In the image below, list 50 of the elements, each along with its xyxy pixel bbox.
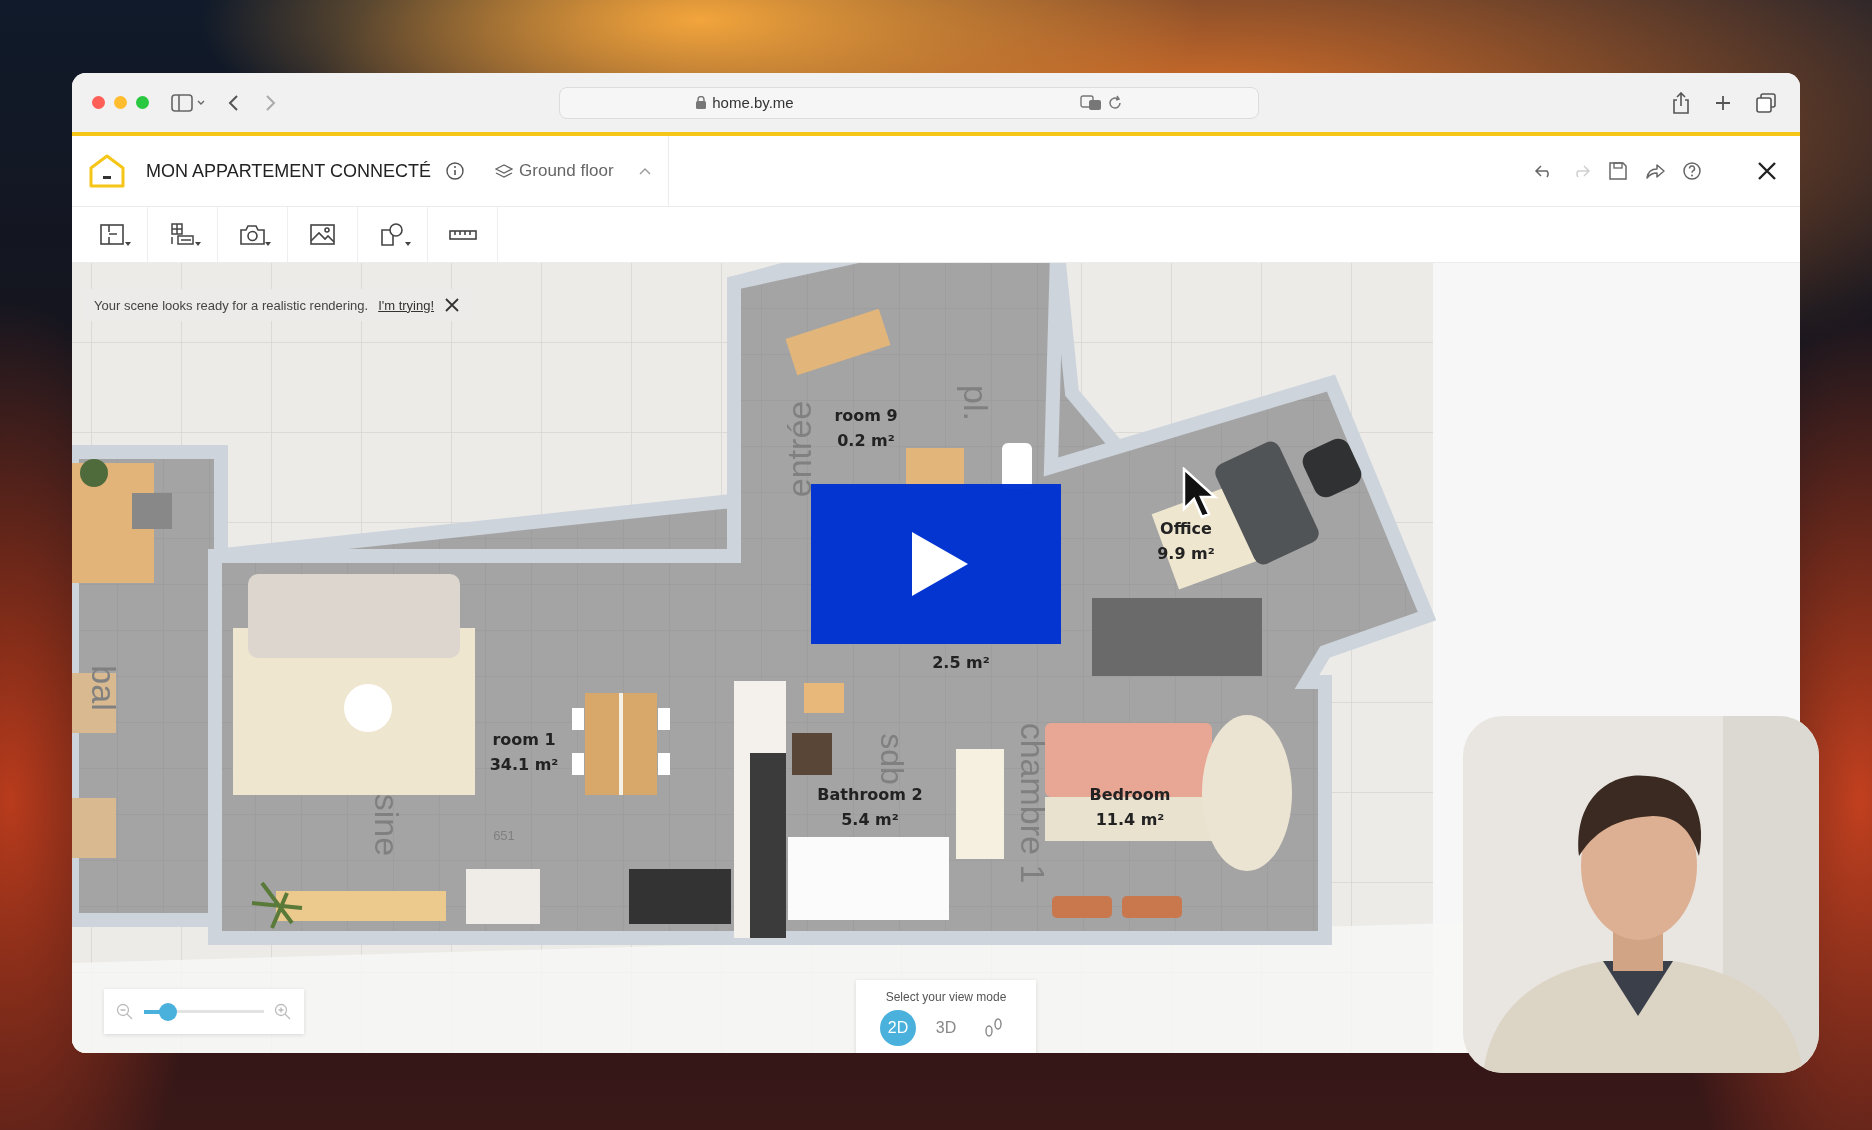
- save-icon[interactable]: [1607, 160, 1629, 182]
- video-play-overlay[interactable]: [811, 484, 1061, 644]
- cursor-icon: [1182, 467, 1218, 521]
- image-icon: [308, 221, 337, 248]
- floorplan-icon: [98, 221, 127, 248]
- translate-icon[interactable]: [1079, 94, 1102, 111]
- room-area: 11.4 m²: [1095, 810, 1165, 829]
- tabs-icon[interactable]: [1756, 92, 1776, 113]
- close-icon[interactable]: [1756, 160, 1778, 182]
- furniture-icon: [168, 221, 197, 248]
- layers-icon: [495, 164, 514, 178]
- room-name: room 9: [834, 406, 898, 425]
- close-icon[interactable]: [444, 297, 461, 313]
- room-area: 2.5 m²: [932, 653, 990, 672]
- floor-selector[interactable]: Ground floor: [495, 161, 614, 181]
- caret-icon[interactable]: [405, 242, 411, 246]
- tv-stand-drawing[interactable]: [250, 881, 446, 930]
- dining-table-drawing[interactable]: [572, 693, 670, 795]
- lock-icon: [696, 96, 707, 109]
- room-area: 5.4 m²: [841, 810, 899, 829]
- room-area: 0.2 m²: [837, 431, 895, 450]
- info-icon[interactable]: [445, 161, 466, 181]
- room-area: 9.9 m²: [1157, 544, 1215, 563]
- notice-text: Your scene looks ready for a realistic rendering.: [94, 297, 369, 313]
- room-name: room 1: [492, 730, 556, 749]
- share-icon[interactable]: [1672, 91, 1690, 114]
- sidebar-icon[interactable]: [171, 92, 205, 113]
- view-mode-label: Select your view mode: [885, 990, 1007, 1004]
- help-icon[interactable]: [1681, 160, 1703, 182]
- reload-icon[interactable]: [1107, 94, 1122, 111]
- url-text: home.by.me: [712, 94, 794, 111]
- close-window-button[interactable]: [92, 96, 105, 109]
- room-area: 34.1 m²: [489, 755, 559, 774]
- address-bar[interactable]: home.by.me: [559, 86, 1259, 119]
- room-name: Bathroom 2: [817, 785, 923, 804]
- play-icon[interactable]: [912, 532, 968, 596]
- caret-icon[interactable]: [195, 242, 201, 246]
- room-name: Office: [1160, 519, 1212, 538]
- plant[interactable]: [80, 459, 108, 487]
- back-icon[interactable]: [227, 92, 241, 113]
- sofa-and-rug-drawing[interactable]: [233, 574, 475, 795]
- caret-icon[interactable]: [125, 242, 131, 246]
- room-floor-label: bal: [85, 665, 123, 711]
- project-title: MON APPARTEMENT CONNECTÉ: [146, 160, 432, 182]
- bed-drawing[interactable]: [1045, 723, 1212, 918]
- try-link[interactable]: I'm trying!: [378, 297, 435, 313]
- caret-icon[interactable]: [265, 242, 271, 246]
- room-name: Bedroom: [1089, 785, 1171, 804]
- kitchen-unit-drawing[interactable]: [734, 681, 786, 938]
- new-tab-icon[interactable]: [1714, 93, 1732, 112]
